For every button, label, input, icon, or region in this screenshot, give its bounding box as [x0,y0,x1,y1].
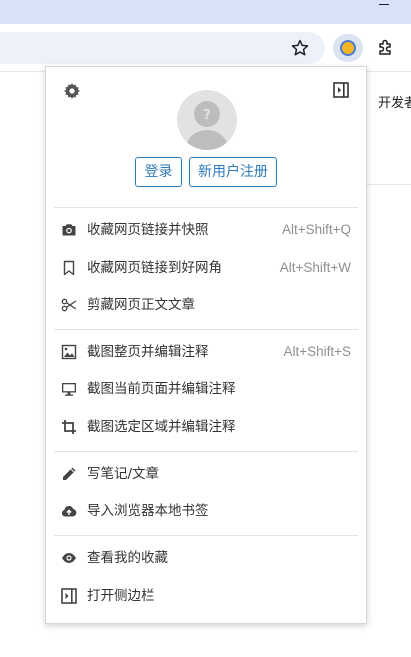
menu-item-label: 剪藏网页正文文章 [87,297,195,313]
menu-item-screenshot-full[interactable]: 截图整页并编辑注释 Alt+Shift+S [46,334,368,370]
menu-item-write-note[interactable]: 写笔记/文章 [46,456,368,492]
menu-item-clip-article[interactable]: 剪藏网页正文文章 [46,287,368,323]
bookmark-star-icon[interactable] [290,38,310,58]
register-button[interactable]: 新用户注册 [189,157,277,187]
pencil-icon [63,467,76,480]
extension-button[interactable] [333,34,363,62]
minimize-icon[interactable] [379,4,389,5]
menu-item-label: 收藏网页链接并快照 [87,222,209,238]
menu-item-view-collection[interactable]: 查看我的收藏 [46,540,368,576]
gear-icon[interactable] [64,83,80,99]
menu-item-shortcut: Alt+Shift+Q [281,222,351,237]
menu-divider [54,535,358,536]
menu-item-screenshot-visible[interactable]: 截图当前页面并编辑注释 [46,371,368,407]
eye-icon [62,553,76,563]
extension-avatar-icon [340,40,356,56]
window-titlebar [0,0,411,24]
page-divider [367,184,411,185]
menu-divider [54,451,358,452]
crop-icon [62,420,76,434]
address-bar[interactable] [0,32,325,64]
menu-item-label: 截图当前页面并编辑注释 [87,381,236,397]
bookmark-icon [63,260,75,276]
monitor-icon [62,383,76,396]
menu-item-label: 打开侧边栏 [87,588,155,604]
menu-item-label: 查看我的收藏 [87,550,168,566]
auth-buttons: 登录 新用户注册 [46,157,368,187]
extension-popup: ? 登录 新用户注册 收藏网页链接并快照 Alt+Shift+Q 收藏网页链接到… [45,66,367,624]
cloud-upload-icon [61,505,77,517]
camera-icon [62,224,76,236]
menu-divider [54,207,358,208]
menu-item-label: 导入浏览器本地书签 [87,503,209,519]
menu-item-import-bookmarks[interactable]: 导入浏览器本地书签 [46,493,368,529]
sidebar-toggle-icon[interactable] [333,82,349,98]
svg-text:?: ? [203,108,211,123]
scissors-icon [61,298,77,312]
menu-item-open-sidebar[interactable]: 打开侧边栏 [46,578,368,614]
menu-item-label: 收藏网页链接到好网角 [87,260,222,276]
login-button[interactable]: 登录 [135,157,182,187]
menu-item-screenshot-region[interactable]: 截图选定区域并编辑注释 [46,409,368,445]
page-text-fragment: 开发者 [378,95,411,110]
user-silhouette-icon: ? [185,101,229,150]
menu-item-shortcut: Alt+Shift+W [279,260,351,275]
sidebar-icon [61,588,77,604]
menu-item-label: 截图整页并编辑注释 [87,344,209,360]
menu-item-save-link-corner[interactable]: 收藏网页链接到好网角 Alt+Shift+W [46,250,368,286]
browser-toolbar [0,24,411,72]
menu-item-label: 写笔记/文章 [87,466,160,482]
menu-item-label: 截图选定区域并编辑注释 [87,419,236,435]
avatar[interactable]: ? [177,90,237,150]
puzzle-icon[interactable] [376,38,396,58]
menu-item-shortcut: Alt+Shift+S [283,344,351,359]
menu-divider [54,329,358,330]
image-icon [61,344,77,360]
menu-item-save-link-snapshot[interactable]: 收藏网页链接并快照 Alt+Shift+Q [46,212,368,248]
